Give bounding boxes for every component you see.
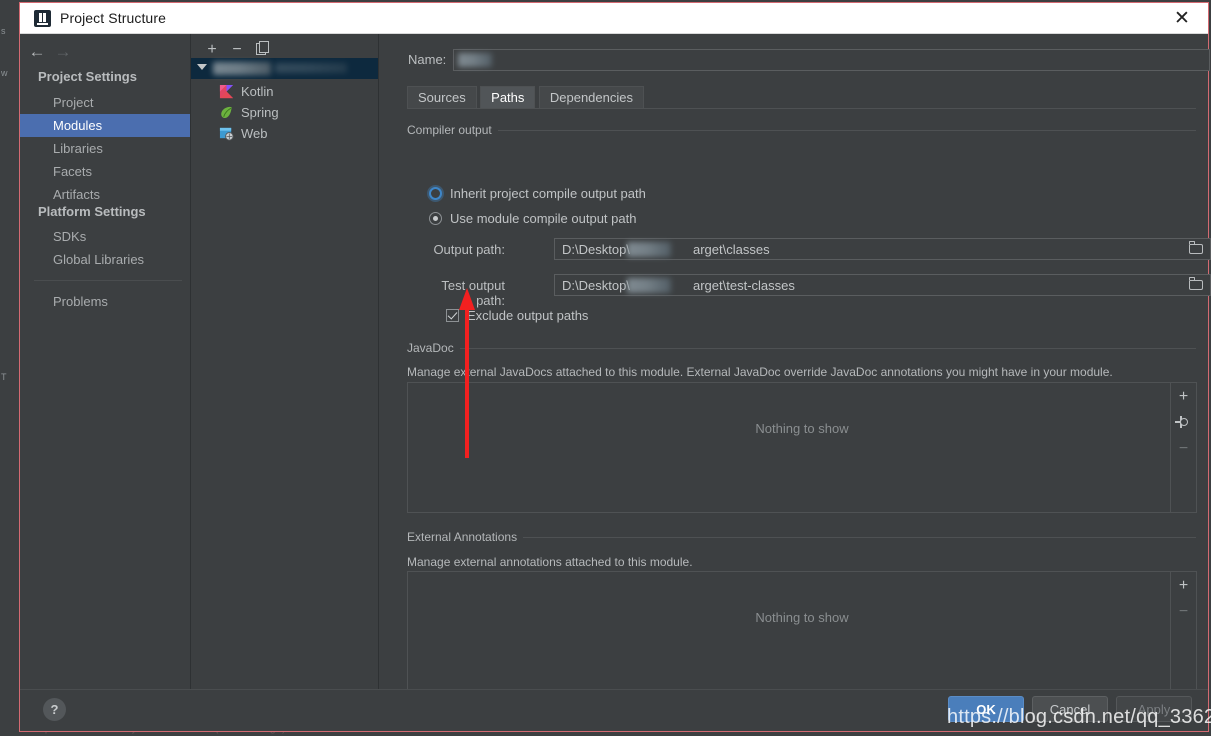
output-path-label: Output path: [433, 242, 505, 257]
add-javadoc-button[interactable]: + [1171, 385, 1196, 409]
group-title-external-annotations: External Annotations [407, 530, 524, 544]
sidebar-item-problems[interactable]: Problems [20, 290, 190, 313]
facet-label-web: Web [241, 126, 268, 141]
bg-edge-label-s: s [1, 26, 6, 36]
test-output-path-prefix: D:\Desktop\ [562, 278, 630, 293]
web-icon [219, 126, 234, 141]
watermark-url: https://blog.csdn.net/qq_33621326 [947, 706, 1211, 728]
module-name-redacted-tail [275, 63, 347, 73]
close-icon[interactable]: ✕ [1166, 7, 1198, 31]
group-line-compiler-output [407, 130, 1196, 131]
bg-edge-label-t: T [1, 372, 7, 382]
bg-edge-label-w: w [1, 68, 8, 78]
test-output-path-browse-button[interactable] [1183, 276, 1209, 294]
name-label: Name: [408, 52, 447, 67]
output-path-suffix: arget\classes [693, 242, 770, 257]
name-input[interactable] [453, 49, 1210, 71]
sidebar-item-artifacts[interactable]: Artifacts [20, 183, 190, 206]
sidebar-item-sdks[interactable]: SDKs [20, 225, 190, 248]
tab-sources[interactable]: Sources [407, 86, 477, 108]
module-tree-pane: + − Kotlin Spring Web [191, 34, 379, 690]
spring-leaf-icon [219, 105, 234, 120]
dialog-title: Project Structure [60, 10, 166, 26]
output-path-prefix: D:\Desktop\ [562, 242, 630, 257]
tabs-underline [407, 108, 1196, 109]
sidebar-item-facets[interactable]: Facets [20, 160, 190, 183]
nav-group-project-settings: Project Settings [38, 69, 137, 84]
nav-divider [34, 280, 182, 281]
annotation-arrow-icon [459, 288, 475, 458]
facet-label-spring: Spring [241, 105, 279, 120]
nav-group-platform-settings: Platform Settings [38, 204, 146, 219]
module-settings-pane: Name: Sources Paths Dependencies Compile… [379, 34, 1211, 702]
screen: s w T completed successfully in 10 s 216… [0, 0, 1211, 736]
radio-use-module-indicator [429, 212, 442, 225]
project-structure-dialog: Project Structure ✕ ← → Project Settings… [19, 2, 1211, 732]
test-output-path-redacted [627, 278, 671, 293]
annotations-description: Manage external annotations attached to … [407, 555, 693, 569]
folder-icon [1188, 241, 1203, 254]
kotlin-icon [219, 84, 234, 99]
name-value-redacted [458, 53, 492, 67]
annotations-toolbar: + − [1170, 572, 1196, 701]
module-tabs: Sources Paths Dependencies [407, 86, 644, 108]
back-arrow-icon[interactable]: ← [24, 40, 50, 64]
exclude-output-paths-label: Exclude output paths [467, 308, 589, 323]
javadoc-toolbar: + − [1170, 383, 1196, 512]
help-button[interactable]: ? [43, 698, 66, 721]
group-title-javadoc: JavaDoc [407, 341, 460, 355]
javadoc-list[interactable]: Nothing to show + − [407, 382, 1197, 513]
badge-circle-glyph [1180, 418, 1188, 426]
module-name-redacted [213, 62, 271, 75]
settings-nav-pane: ← → Project Settings Project Modules Lib… [20, 34, 191, 690]
radio-inherit-indicator [429, 187, 442, 200]
annotations-empty-text: Nothing to show [755, 610, 849, 625]
tab-paths[interactable]: Paths [480, 86, 536, 108]
javadoc-empty-text: Nothing to show [755, 421, 849, 436]
sidebar-item-project[interactable]: Project [20, 91, 190, 114]
radio-use-module-label: Use module compile output path [450, 211, 637, 226]
dialog-body: ← → Project Settings Project Modules Lib… [20, 34, 1211, 702]
test-output-path-input[interactable]: D:\Desktop\ arget\test-classes [554, 274, 1211, 296]
intellij-idea-icon [34, 10, 51, 27]
group-title-compiler-output: Compiler output [407, 123, 498, 137]
remove-annotation-button[interactable]: − [1171, 600, 1196, 624]
sidebar-item-libraries[interactable]: Libraries [20, 137, 190, 160]
radio-inherit-label: Inherit project compile output path [450, 186, 646, 201]
output-path-input[interactable]: D:\Desktop\ arget\classes [554, 238, 1211, 260]
module-name-row: Name: [379, 49, 1210, 73]
annotations-list[interactable]: Nothing to show + − [407, 571, 1197, 702]
output-path-redacted [627, 242, 671, 257]
group-line-external-annotations [519, 537, 1196, 538]
test-output-path-suffix: arget\test-classes [693, 278, 795, 293]
remove-javadoc-button[interactable]: − [1171, 437, 1196, 461]
folder-icon [1188, 277, 1203, 290]
tab-dependencies[interactable]: Dependencies [538, 86, 644, 108]
group-line-javadoc [457, 348, 1196, 349]
dialog-titlebar: Project Structure ✕ [20, 3, 1208, 34]
add-annotation-button[interactable]: + [1171, 574, 1196, 598]
add-javadoc-url-button[interactable] [1171, 411, 1196, 435]
output-path-browse-button[interactable] [1183, 240, 1209, 258]
facet-label-kotlin: Kotlin [241, 84, 274, 99]
forward-arrow-icon[interactable]: → [50, 40, 76, 64]
javadoc-description: Manage external JavaDocs attached to thi… [407, 365, 1113, 379]
nav-history-controls: ← → [20, 40, 190, 66]
sidebar-item-modules[interactable]: Modules [20, 114, 190, 137]
chevron-down-icon[interactable] [197, 64, 207, 70]
copy-glyph [256, 41, 269, 55]
tree-row-module[interactable] [191, 58, 378, 79]
sidebar-item-global-libraries[interactable]: Global Libraries [20, 248, 190, 271]
